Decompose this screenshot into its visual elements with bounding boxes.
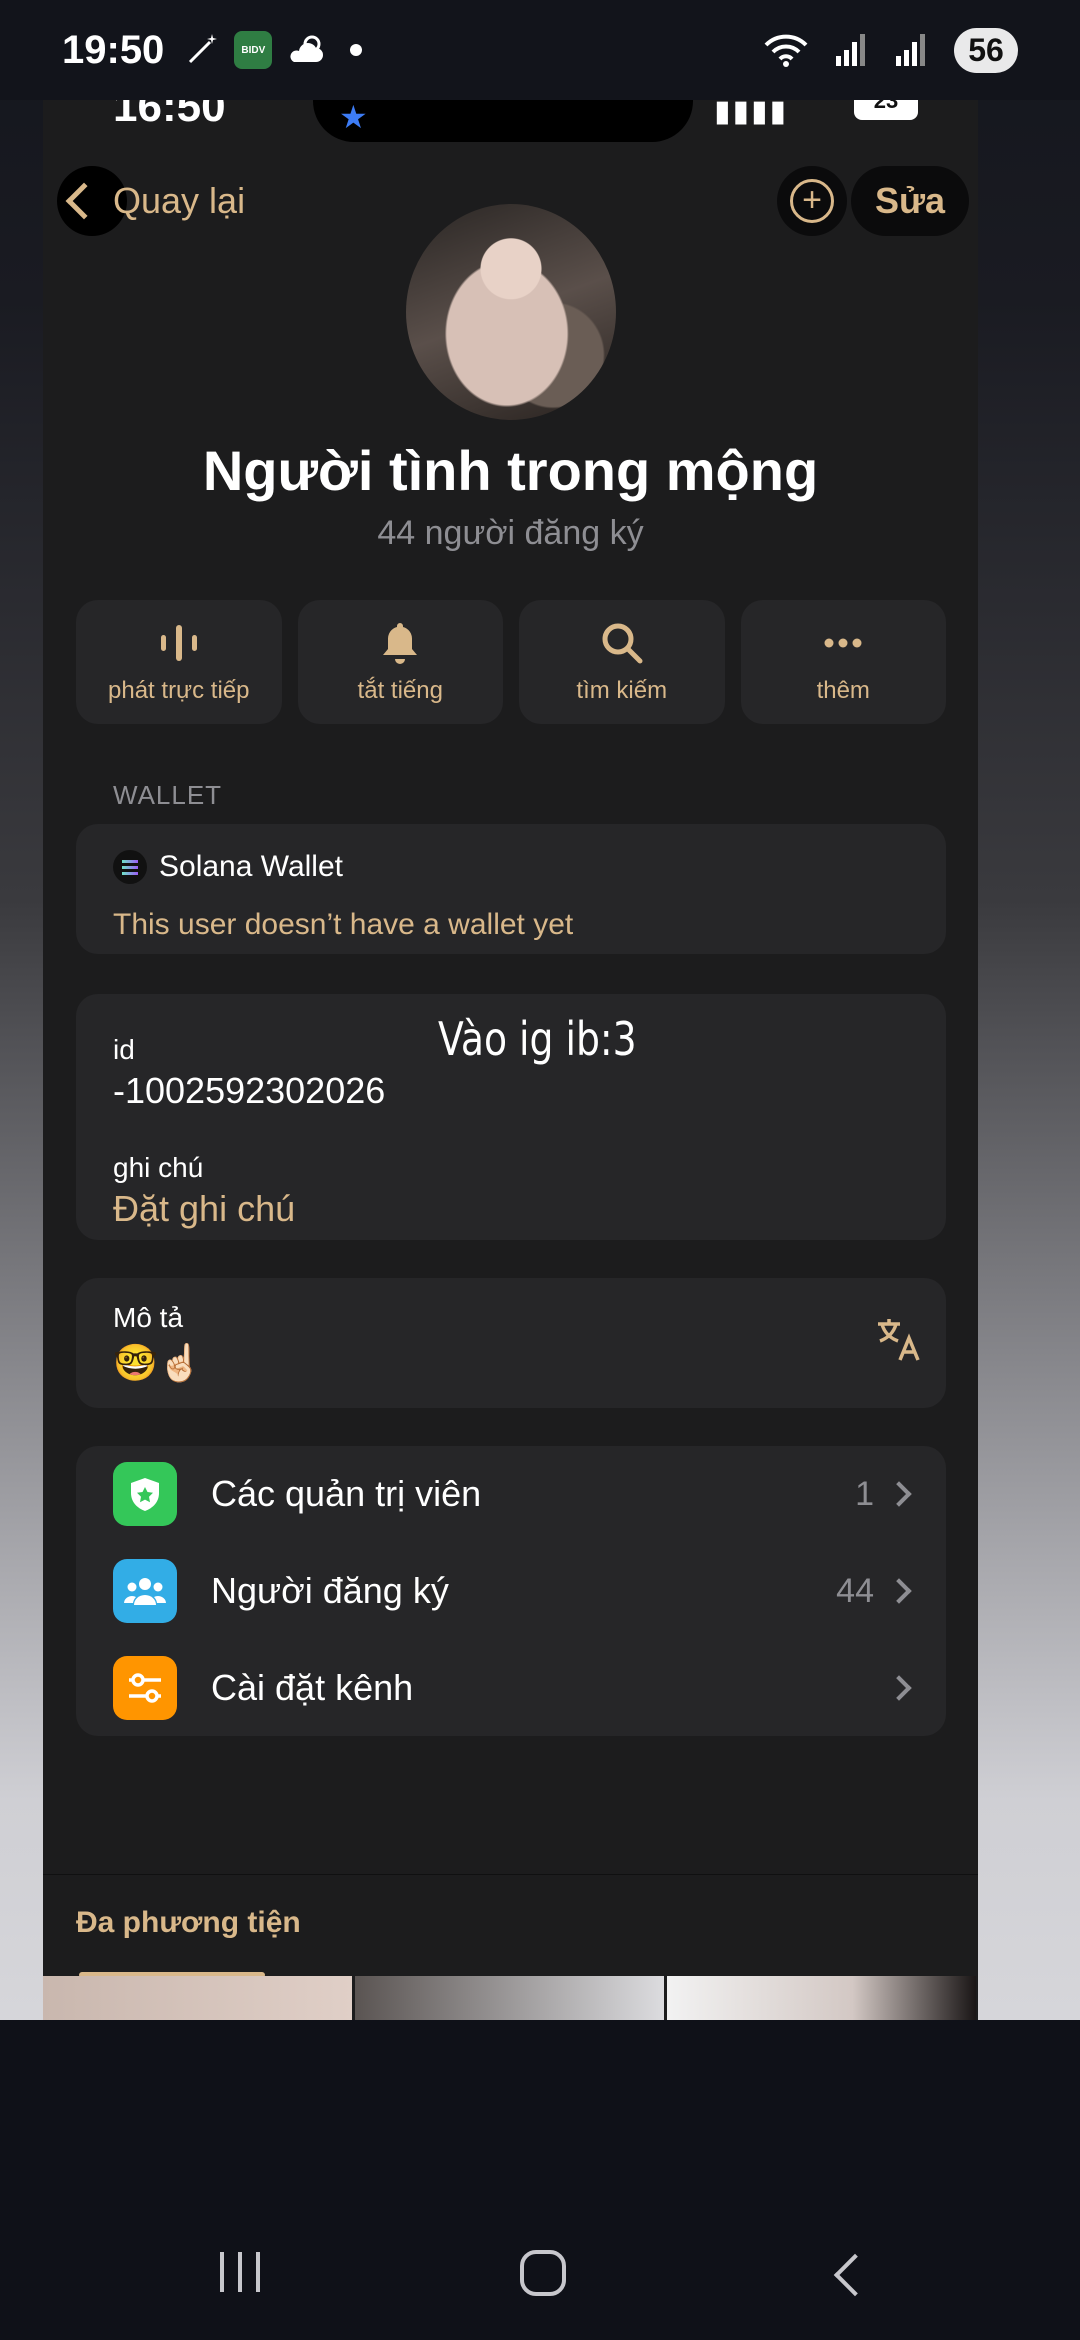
ios-battery: 23 — [854, 100, 918, 120]
weather-cloud-icon — [286, 34, 326, 66]
media-thumbnail[interactable] — [667, 1976, 976, 2020]
ios-time: 16:50 — [113, 100, 226, 131]
divider — [43, 1874, 978, 1875]
subscribers-row[interactable]: Người đăng ký 44 — [76, 1543, 946, 1639]
overlay-caption: Vào ig ib:3 — [438, 1012, 637, 1066]
list-label: Người đăng ký — [211, 1570, 449, 1611]
add-button[interactable]: + — [777, 166, 847, 236]
chevron-right-icon — [886, 1481, 912, 1507]
notification-dot-icon — [350, 44, 363, 56]
subscribers-icon — [113, 1559, 177, 1623]
plus-circle-icon: + — [790, 179, 834, 223]
live-stream-button[interactable]: phát trực tiếp — [76, 600, 282, 724]
media-tab[interactable]: Đa phương tiện — [76, 1906, 301, 1940]
description-card: Mô tả 🤓☝🏻 — [76, 1278, 946, 1408]
description-label: Mô tả — [113, 1302, 184, 1333]
dynamic-island: ★ — [313, 100, 693, 142]
status-time: 19:50 — [62, 27, 165, 72]
back-nav-button[interactable] — [833, 2253, 877, 2297]
wifi-icon — [764, 33, 808, 67]
action-label: tìm kiếm — [576, 677, 668, 704]
more-icon — [824, 638, 862, 648]
subscriber-count: 44 người đăng ký — [377, 514, 644, 552]
channel-management-list: Các quản trị viên 1 Người đăng ký 44 Cài… — [76, 1446, 946, 1736]
wallet-status: This user doesn’t have a wallet yet — [113, 908, 574, 941]
id-value[interactable]: -1002592302026 — [113, 1070, 385, 1112]
media-thumbnail[interactable] — [43, 1976, 352, 2020]
ios-signal-icon: ▮▮▮▮ — [713, 100, 788, 128]
settings-sliders-icon — [113, 1656, 177, 1720]
mute-button[interactable]: tắt tiếng — [297, 600, 503, 724]
admins-row[interactable]: Các quản trị viên 1 — [76, 1446, 946, 1542]
bell-icon — [383, 623, 418, 664]
id-label: id — [113, 1034, 135, 1065]
search-button[interactable]: tìm kiếm — [519, 600, 725, 724]
recents-button[interactable] — [220, 2252, 260, 2292]
signal-icon-1 — [834, 34, 868, 66]
home-button[interactable] — [520, 2250, 566, 2296]
media-thumbnail[interactable] — [355, 1976, 664, 2020]
subscriber-count-value: 44 — [836, 1571, 874, 1610]
more-button[interactable]: thêm — [740, 600, 946, 724]
signal-icon-2 — [894, 34, 928, 66]
wallet-title: Solana Wallet — [159, 850, 343, 883]
action-buttons: phát trực tiếp tắt tiếng tìm kiếm thêm — [76, 600, 946, 724]
live-stream-icon — [160, 625, 197, 661]
ios-status-bar: 16:50 ★ ▮▮▮▮ 23 — [43, 100, 978, 142]
search-icon — [602, 623, 643, 664]
magic-wand-icon — [184, 32, 220, 68]
chevron-right-icon — [886, 1675, 912, 1701]
channel-info-screen: 16:50 ★ ▮▮▮▮ 23 Quay lại + Sửa Người tìn… — [43, 100, 978, 2020]
list-label: Các quản trị viên — [211, 1473, 482, 1514]
action-label: thêm — [816, 677, 870, 704]
solana-icon — [113, 850, 147, 884]
action-label: tắt tiếng — [357, 677, 443, 704]
channel-settings-row[interactable]: Cài đặt kênh — [76, 1640, 946, 1736]
status-right: 56 — [764, 27, 1018, 73]
star-icon: ★ — [339, 100, 368, 135]
admin-shield-icon — [113, 1462, 177, 1526]
android-nav-bar — [0, 2020, 1080, 2340]
back-label: Quay lại — [113, 180, 246, 221]
channel-avatar[interactable] — [406, 204, 616, 420]
edit-button[interactable]: Sửa — [851, 166, 969, 236]
set-note-link[interactable]: Đặt ghi chú — [113, 1188, 295, 1230]
back-button[interactable]: Quay lại — [57, 166, 245, 236]
description-value: 🤓☝🏻 — [113, 1342, 203, 1383]
translate-icon[interactable] — [874, 1314, 924, 1374]
channel-name: Người tình trong mộng — [202, 439, 819, 502]
bank-app-icon: BIDV — [234, 31, 273, 69]
list-label: Cài đặt kênh — [211, 1667, 414, 1708]
android-status-bar: 19:50 BIDV 56 — [0, 0, 1080, 100]
wallet-row: Solana Wallet — [113, 850, 343, 884]
wallet-section-label: WALLET — [113, 780, 223, 810]
battery-indicator: 56 — [954, 27, 1018, 73]
action-label: phát trực tiếp — [108, 677, 250, 704]
admin-count: 1 — [855, 1474, 874, 1513]
wallet-card[interactable]: Solana Wallet This user doesn’t have a w… — [76, 824, 946, 954]
chevron-right-icon — [886, 1578, 912, 1604]
note-label: ghi chú — [113, 1152, 204, 1183]
